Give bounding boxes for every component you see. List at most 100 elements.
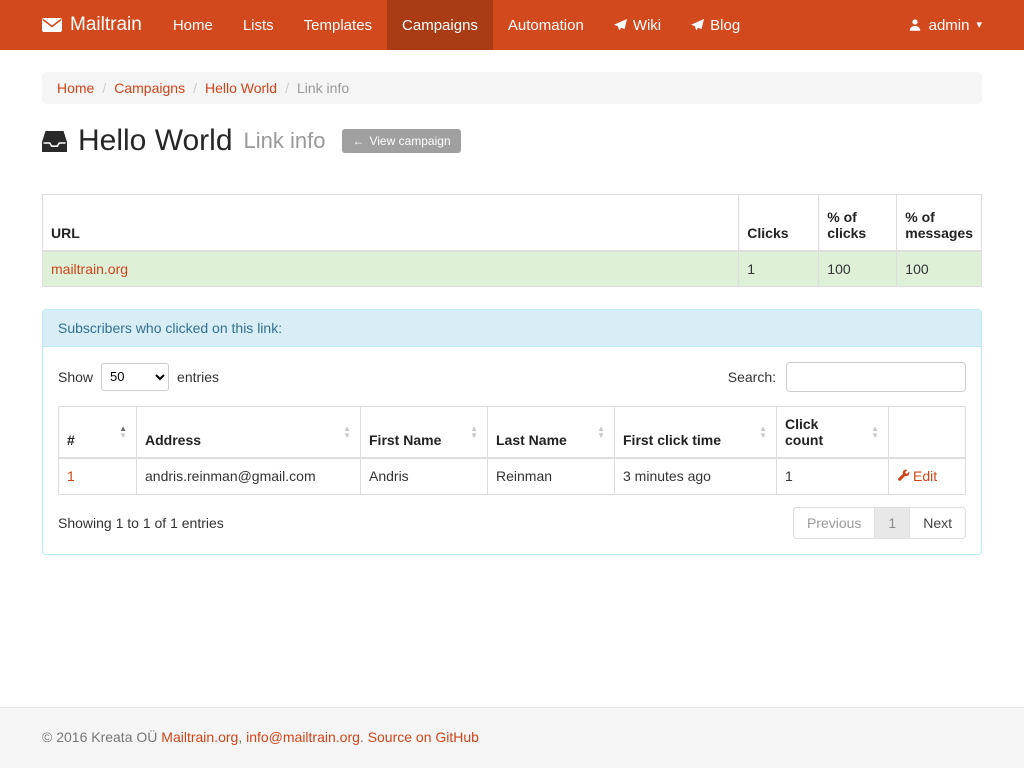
pagination-page-1[interactable]: 1 xyxy=(875,507,910,539)
nav-label: Automation xyxy=(508,17,584,34)
user-label: admin xyxy=(929,17,970,34)
search-input[interactable] xyxy=(786,362,966,392)
length-control: Show 50 entries xyxy=(58,363,219,391)
nav-label: Campaigns xyxy=(402,17,478,34)
nav-label: Wiki xyxy=(633,17,661,34)
page-title-text: Hello World xyxy=(78,124,233,158)
cell-url: mailtrain.org xyxy=(43,251,739,287)
view-campaign-button[interactable]: ← View campaign xyxy=(342,129,460,153)
column-header-address[interactable]: Address ▲▼ xyxy=(137,406,361,458)
table-row: 1 andris.reinman@gmail.com Andris Reinma… xyxy=(59,458,966,495)
footer-link-github[interactable]: Source on GitHub xyxy=(368,729,479,745)
user-icon xyxy=(908,18,922,32)
cell-pct-messages: 100 xyxy=(897,251,982,287)
search-label: Search: xyxy=(728,369,776,385)
nav-label: Templates xyxy=(304,17,372,34)
separator: . xyxy=(360,729,364,745)
send-icon xyxy=(614,19,627,32)
sort-icon: ▲▼ xyxy=(597,425,605,439)
pagination-next[interactable]: Next xyxy=(910,507,966,539)
nav-item-automation[interactable]: Automation xyxy=(493,0,599,50)
sort-icon: ▲▼ xyxy=(871,425,879,439)
sort-icon: ▲▼ xyxy=(470,425,478,439)
datatable-footer: Showing 1 to 1 of 1 entries Previous 1 N… xyxy=(58,507,966,539)
cell-address: andris.reinman@gmail.com xyxy=(137,458,361,495)
entries-info: Showing 1 to 1 of 1 entries xyxy=(58,515,224,531)
subscribers-header-row: # ▲▼ Address ▲▼ First Name ▲▼ xyxy=(59,406,966,458)
cell-pct-clicks: 100 xyxy=(819,251,897,287)
separator: , xyxy=(238,729,242,745)
column-header-click-count[interactable]: Click count ▲▼ xyxy=(777,406,889,458)
nav-label: Lists xyxy=(243,17,274,34)
nav-item-blog[interactable]: Blog xyxy=(676,0,755,50)
datatable-controls: Show 50 entries Search: xyxy=(58,362,966,392)
sort-icon: ▲▼ xyxy=(343,425,351,439)
show-label: Show xyxy=(58,369,93,385)
edit-link[interactable]: Edit xyxy=(897,468,937,484)
breadcrumb: Home Campaigns Hello World Link info xyxy=(42,72,982,104)
entries-label: entries xyxy=(177,369,219,385)
panel-title: Subscribers who clicked on this link: xyxy=(43,310,981,347)
pagination-previous[interactable]: Previous xyxy=(793,507,875,539)
brand-label: Mailtrain xyxy=(70,14,142,36)
cell-clicks: 1 xyxy=(739,251,819,287)
pagination: Previous 1 Next xyxy=(793,507,966,539)
edit-label: Edit xyxy=(913,468,937,484)
table-row: mailtrain.org 1 100 100 xyxy=(43,251,982,287)
search-control: Search: xyxy=(728,362,966,392)
chevron-down-icon: ▾ xyxy=(976,20,982,31)
footer-link-email[interactable]: info@mailtrain.org xyxy=(246,729,360,745)
navbar: Mailtrain Home Lists Templates Campaigns… xyxy=(0,0,1024,50)
column-header-last-name[interactable]: Last Name ▲▼ xyxy=(488,406,615,458)
footer: © 2016 Kreata OÜ Mailtrain.org, info@mai… xyxy=(0,707,1024,768)
nav-item-campaigns[interactable]: Campaigns xyxy=(387,0,493,50)
subscribers-panel: Subscribers who clicked on this link: Sh… xyxy=(42,309,982,556)
left-arrow-icon: ← xyxy=(352,135,364,147)
cell-index: 1 xyxy=(59,458,137,495)
panel-body: Show 50 entries Search: xyxy=(43,347,981,555)
column-header-index[interactable]: # ▲▼ xyxy=(59,406,137,458)
column-header-clicks: Clicks xyxy=(739,195,819,251)
entries-length-select[interactable]: 50 xyxy=(101,363,169,391)
copyright-text: © 2016 Kreata OÜ xyxy=(42,729,157,745)
brand-link[interactable]: Mailtrain xyxy=(42,0,158,50)
nav-item-lists[interactable]: Lists xyxy=(228,0,289,50)
cell-click-count: 1 xyxy=(777,458,889,495)
links-table: URL Clicks % of clicks % of messages mai… xyxy=(42,194,982,287)
footer-link-mailtrain[interactable]: Mailtrain.org xyxy=(161,729,238,745)
breadcrumb-hello-world[interactable]: Hello World xyxy=(205,80,277,96)
cell-first-name: Andris xyxy=(361,458,488,495)
breadcrumb-current: Link info xyxy=(277,80,349,96)
navbar-menu: Home Lists Templates Campaigns Automatio… xyxy=(158,0,755,50)
column-header-first-click-time[interactable]: First click time ▲▼ xyxy=(615,406,777,458)
sort-icon: ▲▼ xyxy=(759,425,767,439)
cell-first-click-time: 3 minutes ago xyxy=(615,458,777,495)
page-subtitle: Link info xyxy=(244,128,326,154)
nav-label: Home xyxy=(173,17,213,34)
wrench-icon xyxy=(897,469,910,482)
column-header-pct-messages: % of messages xyxy=(897,195,982,251)
nav-item-templates[interactable]: Templates xyxy=(289,0,387,50)
links-table-header-row: URL Clicks % of clicks % of messages xyxy=(43,195,982,251)
nav-item-home[interactable]: Home xyxy=(158,0,228,50)
breadcrumb-home[interactable]: Home xyxy=(57,80,94,96)
subscribers-table: # ▲▼ Address ▲▼ First Name ▲▼ xyxy=(58,406,966,496)
cell-last-name: Reinman xyxy=(488,458,615,495)
nav-item-wiki[interactable]: Wiki xyxy=(599,0,676,50)
send-icon xyxy=(691,19,704,32)
column-header-first-name[interactable]: First Name ▲▼ xyxy=(361,406,488,458)
breadcrumb-campaigns[interactable]: Campaigns xyxy=(114,80,185,96)
column-header-pct-clicks: % of clicks xyxy=(819,195,897,251)
column-header-actions xyxy=(889,406,966,458)
page-header: Hello World Link info ← View campaign xyxy=(42,124,982,158)
nav-label: Blog xyxy=(710,17,740,34)
inbox-icon xyxy=(42,131,67,152)
view-campaign-label: View campaign xyxy=(369,134,450,148)
sort-icon: ▲▼ xyxy=(119,425,127,439)
user-menu[interactable]: admin ▾ xyxy=(908,0,982,50)
link-url[interactable]: mailtrain.org xyxy=(51,261,128,277)
main-content: Home Campaigns Hello World Link info Hel… xyxy=(0,50,1024,707)
cell-actions: Edit xyxy=(889,458,966,495)
column-header-url: URL xyxy=(43,195,739,251)
mailtrain-logo-icon xyxy=(42,18,62,32)
